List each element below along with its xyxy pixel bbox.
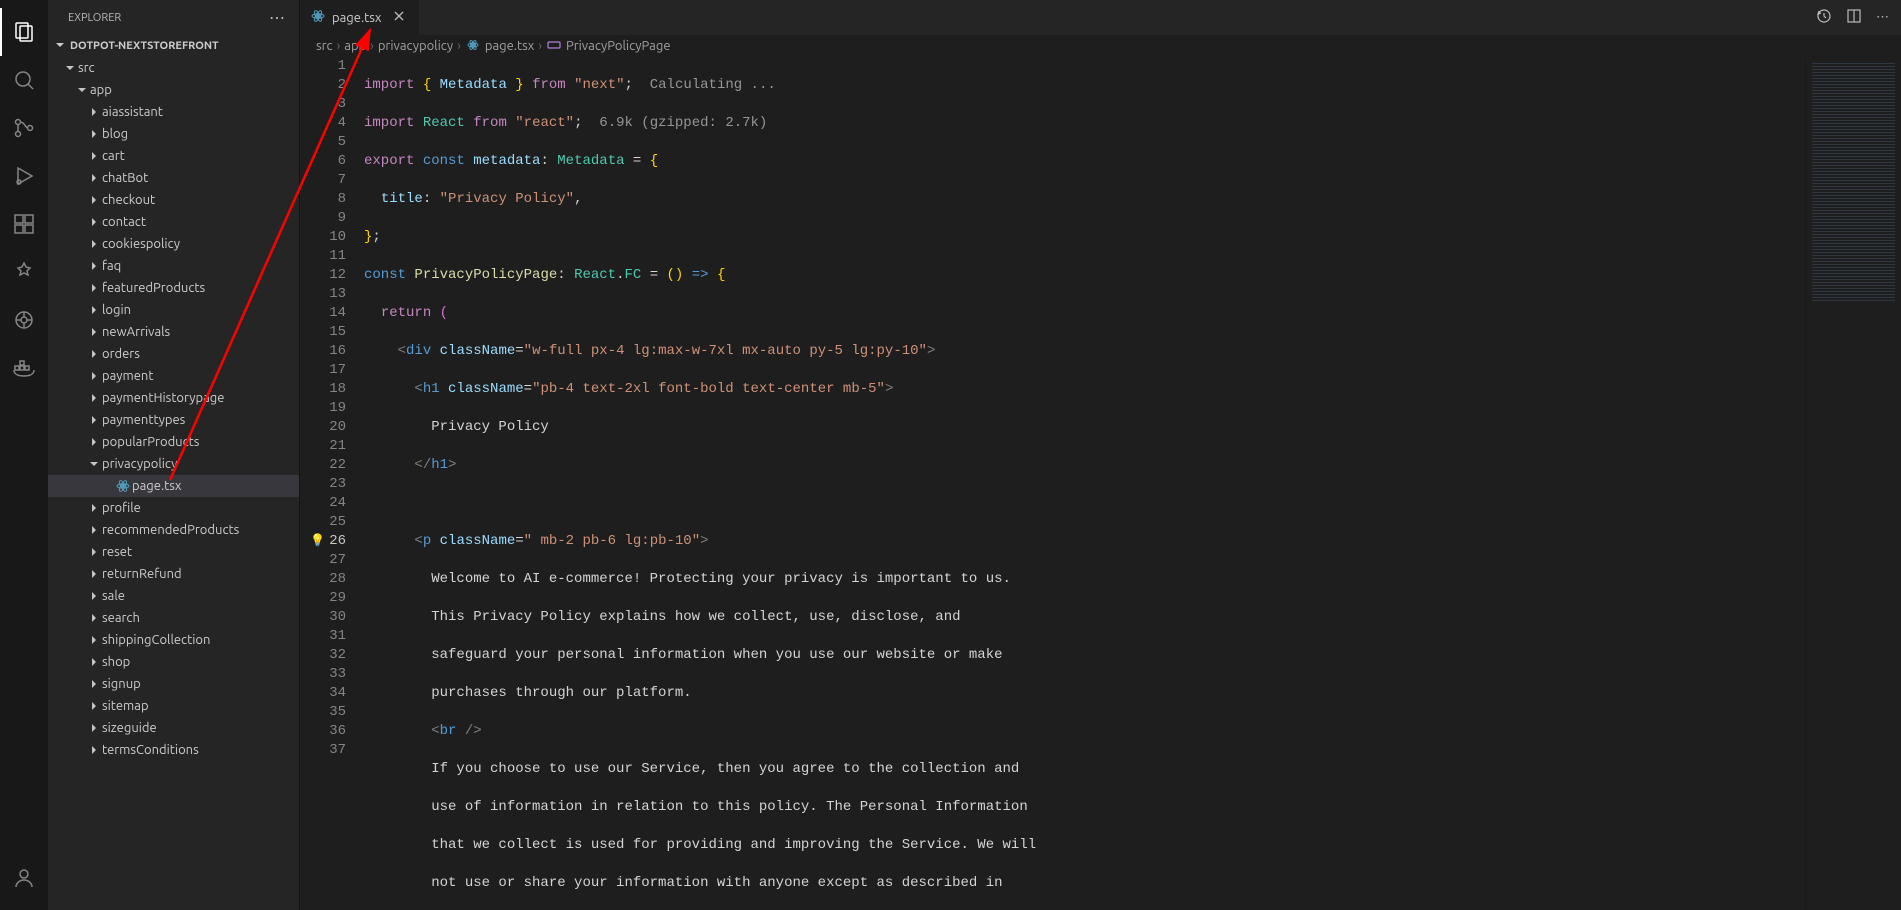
tab-label: page.tsx: [332, 11, 381, 25]
tree-folder-cookiespolicy[interactable]: cookiespolicy: [48, 233, 299, 255]
editor-actions: ⋯: [1816, 0, 1901, 35]
explorer-title: EXPLORER: [68, 12, 121, 24]
activity-run-debug[interactable]: [0, 152, 48, 200]
tree-folder-orders[interactable]: orders: [48, 343, 299, 365]
line-gutter: 1234567891011121314151617181920212223242…: [300, 57, 364, 910]
tree-folder-chatBot[interactable]: chatBot: [48, 167, 299, 189]
breadcrumb[interactable]: src › app › privacypolicy › page.tsx › P…: [300, 35, 1901, 57]
tree-folder-contact[interactable]: contact: [48, 211, 299, 233]
tree-folder-search[interactable]: search: [48, 607, 299, 629]
chevron-right-icon: ›: [337, 39, 341, 53]
lightbulb-icon[interactable]: 💡: [310, 532, 325, 551]
minimap[interactable]: [1805, 57, 1901, 910]
tree-folder-paymenttypes[interactable]: paymenttypes: [48, 409, 299, 431]
tree-folder-aiassistant[interactable]: aiassistant: [48, 101, 299, 123]
react-file-icon: [465, 37, 481, 56]
tab-close-icon[interactable]: [391, 8, 407, 27]
tree-folder-src[interactable]: src: [48, 57, 299, 79]
activity-extensions[interactable]: [0, 200, 48, 248]
explorer-header: EXPLORER ⋯: [48, 0, 299, 35]
tree-folder-paymentHistorypage[interactable]: paymentHistorypage: [48, 387, 299, 409]
chevron-right-icon: ›: [457, 39, 461, 53]
symbol-variable-icon: [546, 37, 562, 56]
project-name: DOTPOT-NEXTSTOREFRONT: [70, 40, 219, 52]
tree-folder-login[interactable]: login: [48, 299, 299, 321]
file-tree[interactable]: src app aiassistantblogcartchatBotchecko…: [48, 57, 299, 910]
split-editor-icon[interactable]: [1846, 8, 1862, 27]
tree-folder-checkout[interactable]: checkout: [48, 189, 299, 211]
more-actions-icon[interactable]: ⋯: [1876, 10, 1889, 25]
activity-bar: [0, 0, 48, 910]
tree-folder-app[interactable]: app: [48, 79, 299, 101]
tree-folder-popularProducts[interactable]: popularProducts: [48, 431, 299, 453]
tree-folder-sizeguide[interactable]: sizeguide: [48, 717, 299, 739]
import-cost-hint: Calculating ...: [650, 77, 776, 93]
tree-folder-profile[interactable]: profile: [48, 497, 299, 519]
tab-bar: page.tsx ⋯: [300, 0, 1901, 35]
tree-folder-recommendedProducts[interactable]: recommendedProducts: [48, 519, 299, 541]
tree-folder-featuredProducts[interactable]: featuredProducts: [48, 277, 299, 299]
tree-folder-blog[interactable]: blog: [48, 123, 299, 145]
activity-accounts[interactable]: [0, 854, 48, 902]
activity-extra-2[interactable]: [0, 296, 48, 344]
react-file-icon: [310, 8, 326, 27]
import-cost-hint: 6.9k (gzipped: 2.7k): [599, 115, 767, 131]
tree-folder-returnRefund[interactable]: returnRefund: [48, 563, 299, 585]
tree-folder-sitemap[interactable]: sitemap: [48, 695, 299, 717]
explorer-sidebar: EXPLORER ⋯ DOTPOT-NEXTSTOREFRONT src app…: [48, 0, 300, 910]
explorer-more-icon[interactable]: ⋯: [269, 8, 287, 27]
tree-folder-cart[interactable]: cart: [48, 145, 299, 167]
activity-explorer[interactable]: [0, 8, 48, 56]
activity-source-control[interactable]: [0, 104, 48, 152]
tab-page-tsx[interactable]: page.tsx: [300, 0, 420, 35]
tree-folder-termsConditions[interactable]: termsConditions: [48, 739, 299, 761]
activity-search[interactable]: [0, 56, 48, 104]
tree-folder-sale[interactable]: sale: [48, 585, 299, 607]
code-content[interactable]: import { Metadata } from "next"; Calcula…: [364, 57, 1805, 910]
chevron-right-icon: ›: [370, 39, 374, 53]
activity-extra-1[interactable]: [0, 248, 48, 296]
tree-folder-signup[interactable]: signup: [48, 673, 299, 695]
tree-folder-privacypolicy[interactable]: privacypolicy: [48, 453, 299, 475]
tree-folder-reset[interactable]: reset: [48, 541, 299, 563]
project-root[interactable]: DOTPOT-NEXTSTOREFRONT: [48, 35, 299, 57]
tree-folder-faq[interactable]: faq: [48, 255, 299, 277]
code-editor[interactable]: 1234567891011121314151617181920212223242…: [300, 57, 1901, 910]
tree-file-page-tsx[interactable]: · page.tsx: [48, 475, 299, 497]
tree-folder-payment[interactable]: payment: [48, 365, 299, 387]
editor-area: page.tsx ⋯ src › app › privacypolicy › p…: [300, 0, 1901, 910]
tree-folder-shop[interactable]: shop: [48, 651, 299, 673]
tree-folder-shippingCollection[interactable]: shippingCollection: [48, 629, 299, 651]
chevron-right-icon: ›: [538, 39, 542, 53]
tree-folder-newArrivals[interactable]: newArrivals: [48, 321, 299, 343]
timeline-icon[interactable]: [1816, 8, 1832, 27]
react-file-icon: [114, 478, 132, 494]
activity-docker[interactable]: [0, 344, 48, 392]
